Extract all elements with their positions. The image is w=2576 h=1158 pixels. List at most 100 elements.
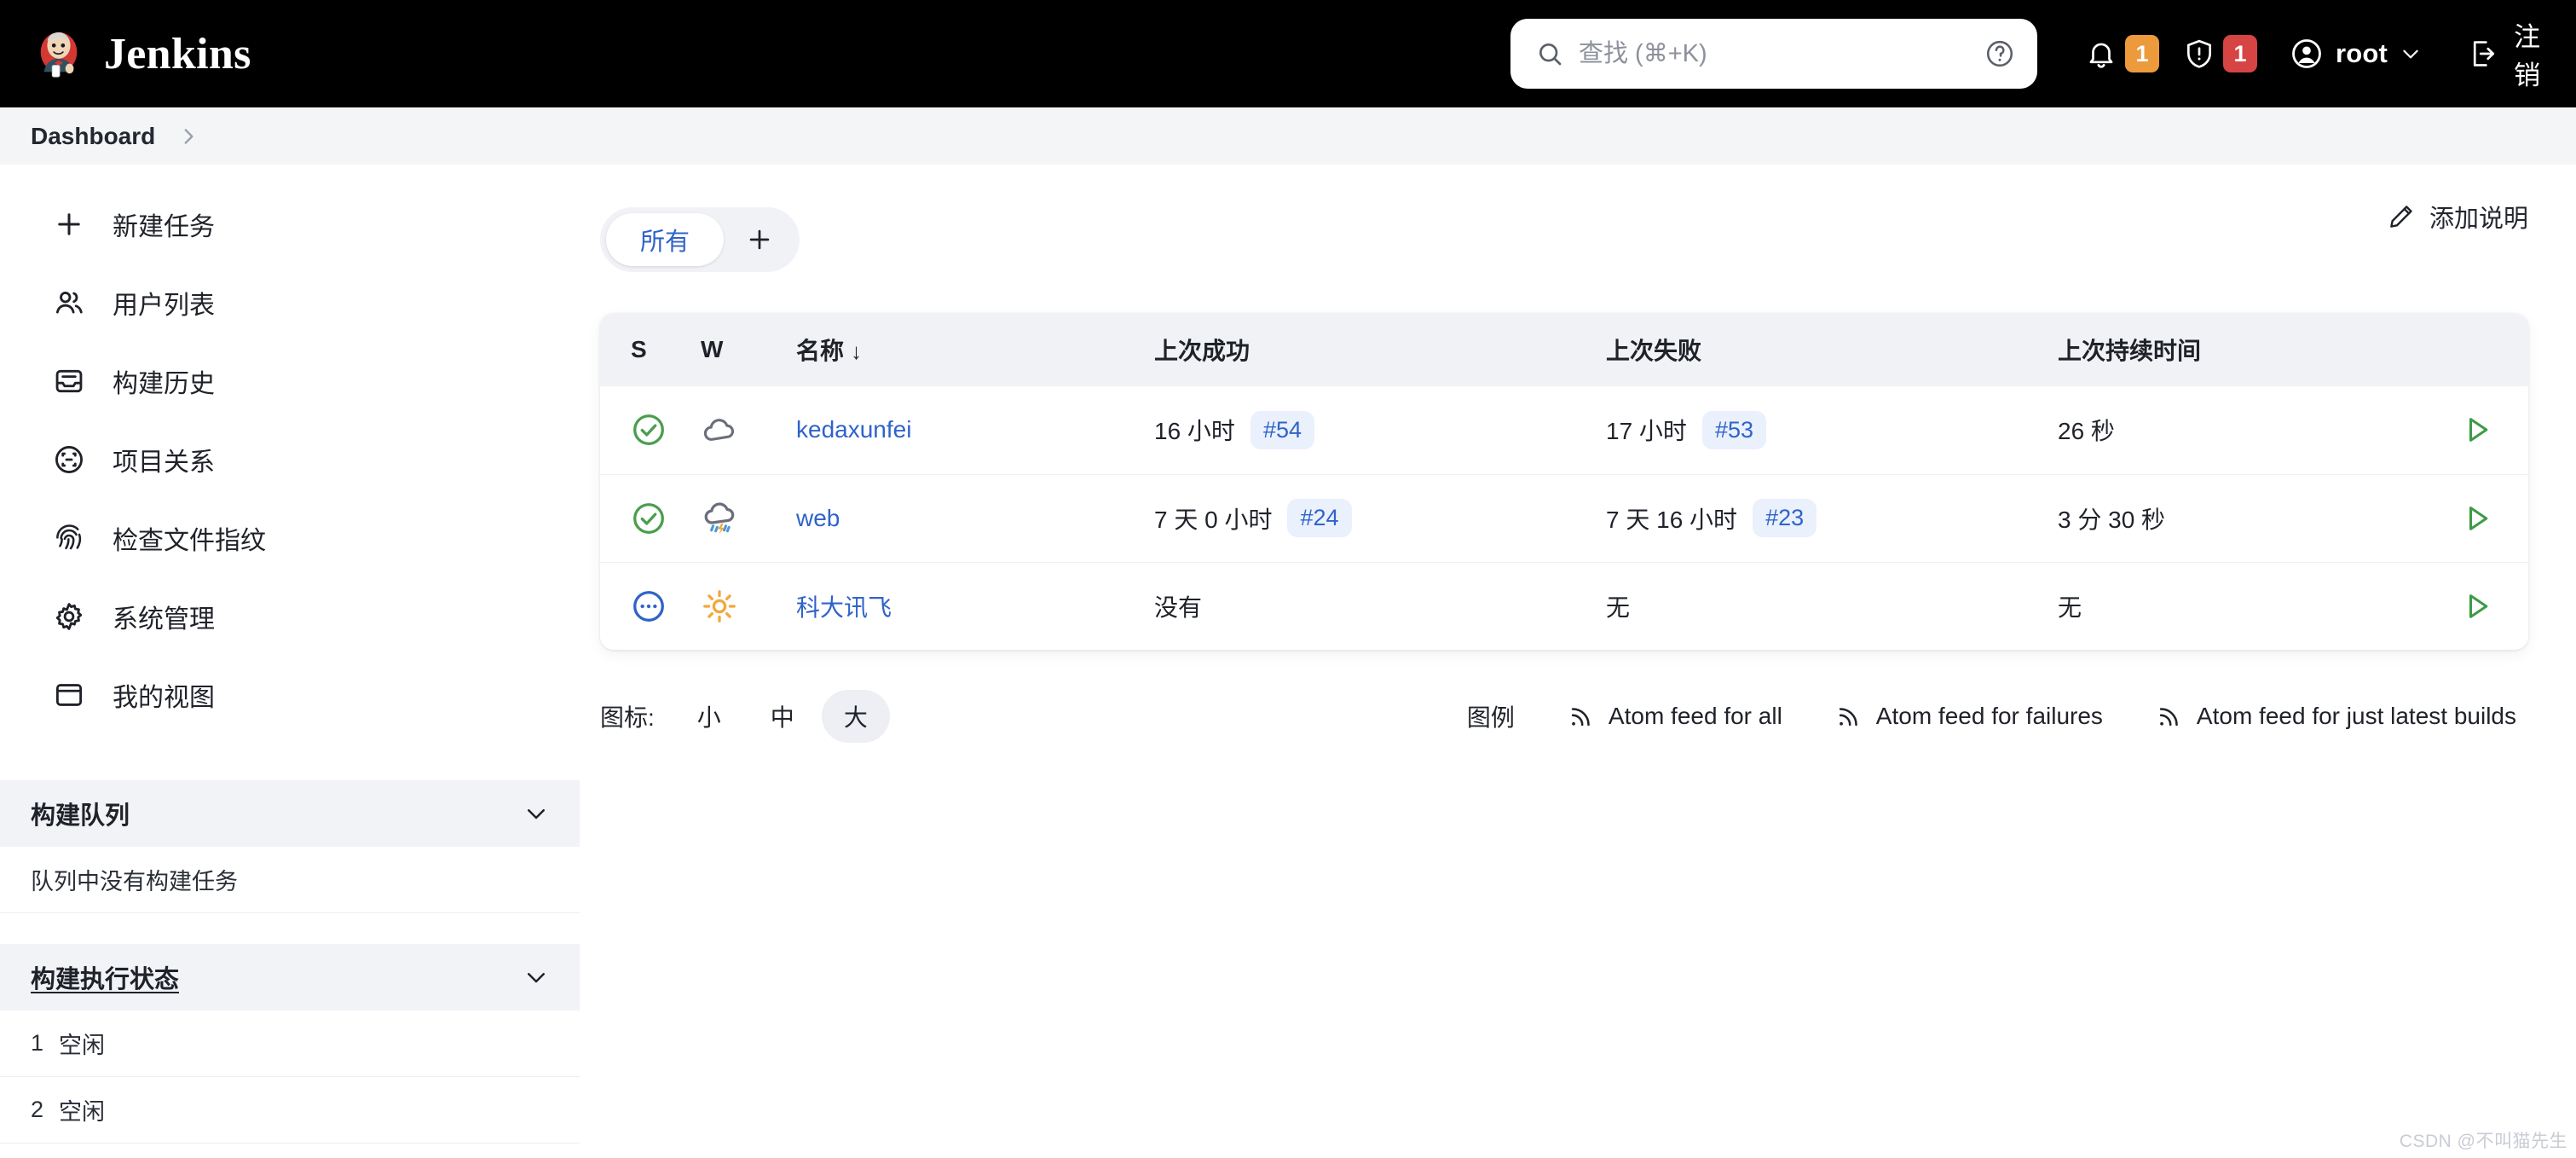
build-executor-header[interactable]: 构建执行状态	[0, 944, 580, 1010]
last-failure-build-link[interactable]: #23	[1753, 499, 1817, 537]
last-success-time: 没有	[1154, 593, 1203, 621]
legend-link[interactable]: 图例	[1467, 699, 1515, 733]
job-link[interactable]: 科大讯飞	[796, 594, 892, 621]
cell-actions	[2426, 386, 2528, 474]
success-check-circle-icon[interactable]	[631, 412, 701, 448]
col-last-duration-label: 上次持续时间	[2058, 338, 2202, 364]
build-queue-widget: 构建队列 队列中没有构建任务	[0, 780, 580, 913]
global-search-box[interactable]	[1510, 19, 2037, 89]
icon-size-large[interactable]: 大	[821, 690, 890, 743]
add-view-button[interactable]	[725, 213, 794, 266]
sidebar-item-label: 检查文件指纹	[113, 527, 266, 555]
cell-last-failure: 无	[1606, 561, 2058, 650]
build-now-play-icon[interactable]	[2426, 413, 2494, 447]
view-tab-bar: 所有	[600, 207, 800, 272]
atom-feed-latest-link[interactable]: Atom feed for just latest builds	[2156, 703, 2516, 730]
job-link[interactable]: kedaxunfei	[796, 416, 911, 443]
search-input[interactable]	[1579, 39, 1969, 68]
cell-last-success: 16 小时 #54	[1154, 386, 1606, 474]
last-success-build-link[interactable]: #24	[1287, 499, 1352, 537]
chevron-down-icon[interactable]	[523, 964, 549, 990]
build-now-play-icon[interactable]	[2426, 589, 2494, 623]
col-status[interactable]: S	[600, 313, 701, 386]
pencil-icon	[2387, 202, 2416, 231]
main-top-row: 所有 添加说明	[600, 194, 2528, 275]
footer-links: 图例 Atom feed for all Atom feed for failu…	[1467, 699, 2528, 733]
sidebar-nav: 新建任务 用户列表 构建历史 项目关系 检查文件指纹 系统管理 我的视图	[0, 185, 580, 750]
sidebar-item-build-history[interactable]: 构建历史	[14, 342, 566, 420]
atom-feed-failures-link[interactable]: Atom feed for failures	[1835, 703, 2103, 730]
success-check-circle-icon[interactable]	[631, 501, 701, 536]
logout-button[interactable]: 注销	[2456, 22, 2576, 90]
executor-status: 空闲	[59, 1033, 106, 1058]
pending-dots-circle-icon[interactable]	[631, 588, 701, 624]
job-link[interactable]: web	[796, 505, 840, 531]
col-last-failure[interactable]: 上次失败	[1606, 313, 2058, 386]
add-description-button[interactable]: 添加说明	[2387, 194, 2528, 234]
table-row: 科大讯飞 没有 无 无	[600, 561, 2528, 650]
notifications-button[interactable]: 1	[2073, 23, 2171, 84]
last-success-build-link[interactable]: #54	[1250, 410, 1314, 449]
page-body: 新建任务 用户列表 构建历史 项目关系 检查文件指纹 系统管理 我的视图 构建队…	[0, 165, 2576, 1158]
cell-name: 科大讯飞	[796, 561, 1154, 650]
build-queue-empty-row: 队列中没有构建任务	[0, 847, 580, 913]
breadcrumb-item-dashboard[interactable]: Dashboard	[31, 123, 155, 150]
user-menu-button[interactable]: root	[2278, 23, 2434, 84]
col-status-label: S	[631, 336, 647, 362]
chevron-down-icon[interactable]	[523, 801, 549, 826]
plus-icon	[51, 206, 87, 242]
table-row: kedaxunfei 16 小时 #54 17 小时 #53 26 秒	[600, 386, 2528, 474]
col-weather[interactable]: W	[701, 313, 796, 386]
col-name-label: 名称	[796, 338, 845, 364]
cloudy-icon	[701, 411, 796, 449]
tab-all[interactable]: 所有	[606, 213, 725, 266]
cell-status	[600, 561, 701, 650]
table-header-row: S W 名称 ↓ 上次成功 上次失败 上次持续时间	[600, 313, 2528, 386]
sidebar-item-fingerprint[interactable]: 检查文件指纹	[14, 499, 566, 577]
cell-weather	[701, 561, 796, 650]
chevron-down-icon	[2400, 43, 2422, 65]
sidebar-item-manage-jenkins[interactable]: 系统管理	[14, 577, 566, 656]
build-now-play-icon[interactable]	[2426, 501, 2494, 536]
atom-feed-all-label: Atom feed for all	[1608, 703, 1782, 729]
plus-icon	[745, 225, 774, 254]
jenkins-home-link[interactable]: Jenkins	[32, 27, 251, 80]
tab-label: 所有	[640, 229, 690, 256]
col-last-duration[interactable]: 上次持续时间	[2058, 313, 2426, 386]
col-name[interactable]: 名称 ↓	[796, 313, 1154, 386]
build-queue-title: 构建队列	[31, 802, 130, 830]
sidebar-item-label: 我的视图	[113, 684, 215, 712]
chevron-right-icon	[177, 125, 199, 148]
cell-status	[600, 473, 701, 562]
executor-status: 空闲	[59, 1099, 106, 1125]
col-last-success[interactable]: 上次成功	[1154, 313, 1606, 386]
atom-feed-all-link[interactable]: Atom feed for all	[1568, 703, 1782, 730]
sidebar-item-my-views[interactable]: 我的视图	[14, 656, 566, 734]
last-failure-build-link[interactable]: #53	[1701, 410, 1766, 449]
cell-actions	[2426, 561, 2528, 650]
executor-number: 1	[31, 1030, 44, 1056]
shield-warning-icon	[2183, 38, 2215, 70]
col-last-success-label: 上次成功	[1154, 338, 1250, 364]
build-queue-header[interactable]: 构建队列	[0, 780, 580, 847]
atom-feed-failures-label: Atom feed for failures	[1875, 703, 2103, 729]
help-circle-icon[interactable]	[1984, 38, 2015, 69]
last-success-time: 7 天 0 小时	[1154, 506, 1273, 533]
cell-last-duration: 无	[2058, 561, 2426, 650]
sidebar-item-project-relationship[interactable]: 项目关系	[14, 420, 566, 499]
rss-icon	[1568, 703, 1595, 730]
cell-last-failure: 7 天 16 小时 #23	[1606, 473, 2058, 562]
jobs-table: S W 名称 ↓ 上次成功 上次失败 上次持续时间 kedaxunfei 16 …	[600, 313, 2528, 650]
table-row: web 7 天 0 小时 #24 7 天 16 小时 #23 3 分 30 秒	[600, 473, 2528, 562]
sidebar-item-new-job[interactable]: 新建任务	[14, 185, 566, 263]
icon-size-small[interactable]: 小	[675, 690, 743, 743]
icon-size-medium[interactable]: 中	[748, 690, 817, 743]
sidebar-item-people[interactable]: 用户列表	[14, 263, 566, 342]
executor-row[interactable]: 2 空闲	[0, 1077, 580, 1144]
icon-size-label: 图标:	[600, 704, 655, 731]
icon-size-selector: 图标: 小 中 大	[600, 690, 890, 743]
executor-row[interactable]: 1 空闲	[0, 1010, 580, 1077]
search-icon	[1536, 40, 1563, 67]
security-warnings-button[interactable]: 1	[2171, 23, 2269, 84]
window-icon	[51, 677, 87, 713]
